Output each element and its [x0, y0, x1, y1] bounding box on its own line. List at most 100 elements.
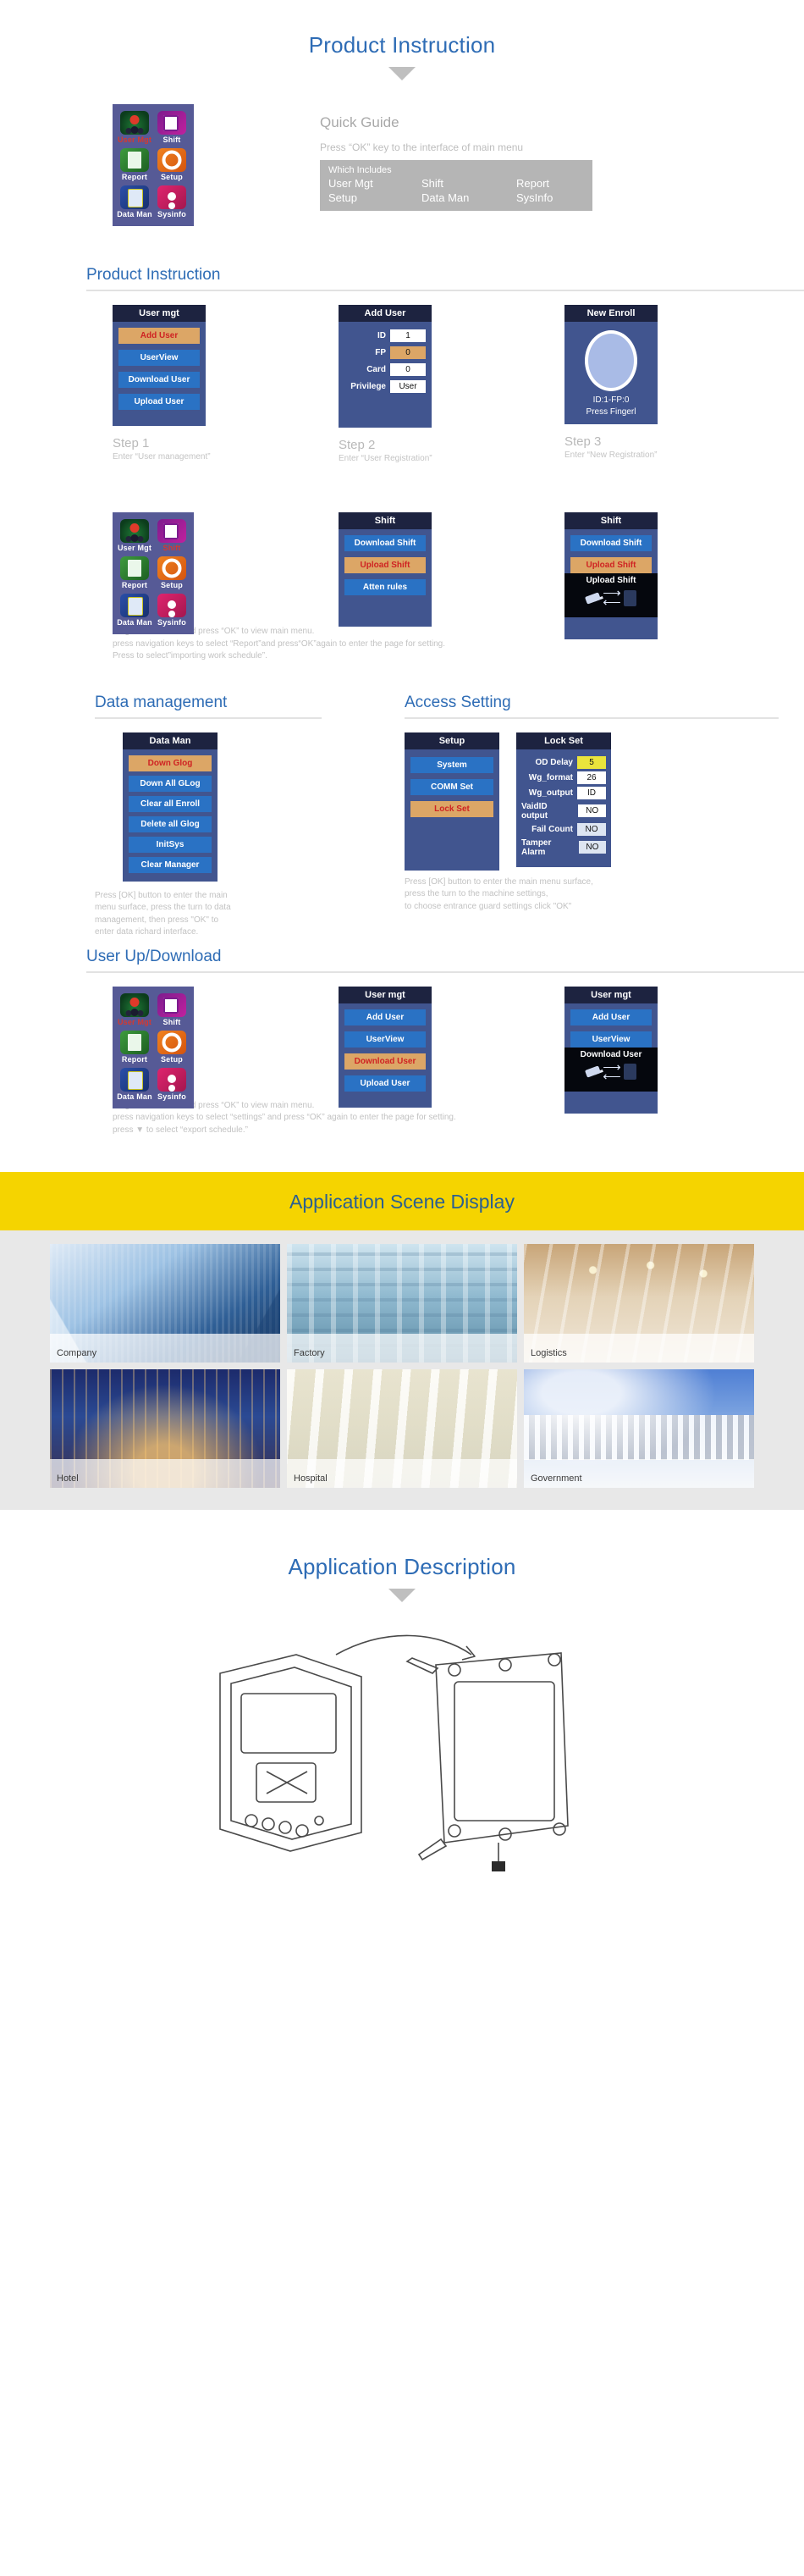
field-value[interactable]: User	[390, 380, 426, 393]
field-row-tamper-alarm[interactable]: Tamper Alarm NO	[521, 838, 606, 857]
device-main-menu-user[interactable]: User Mgt Shift Report Setup Data Man Sys…	[113, 986, 194, 1108]
device-menu-label: Setup	[160, 173, 183, 181]
screen-shift-transfer[interactable]: Shift Download Shift Upload Shift Upload…	[564, 512, 658, 639]
scene-card-factory[interactable]: Factory	[287, 1244, 517, 1363]
device-menu-label: User Mgt	[117, 1017, 152, 1026]
menu-item-download-user[interactable]: Download User	[344, 1053, 426, 1070]
menu-item-upload-user[interactable]: Upload User	[344, 1075, 426, 1092]
device-menu-item-shift[interactable]: Shift	[153, 517, 190, 553]
screen-user-mgt[interactable]: User mgt Add User UserView Download User…	[113, 305, 211, 462]
quick-guide-item: Data Man	[421, 191, 470, 204]
field-row-wg-output[interactable]: Wg_output ID	[521, 786, 606, 799]
screen-shift-menu[interactable]: Shift Download Shift Upload Shift Atten …	[339, 512, 432, 627]
field-row-privilege[interactable]: Privilege User	[344, 380, 426, 393]
field-value[interactable]: 5	[577, 755, 606, 769]
scene-card-hospital[interactable]: Hospital	[287, 1369, 517, 1488]
application-description-heading: Application Description	[288, 1554, 516, 1579]
user-download-row: User Mgt Shift Report Setup Data Man Sys…	[0, 986, 804, 1114]
data-management-note: Press [OK] button to enter the main menu…	[95, 890, 231, 937]
field-value[interactable]: ID	[577, 786, 606, 799]
report-icon	[120, 148, 149, 172]
menu-item-user-view[interactable]: UserView	[570, 1031, 652, 1048]
product-instruction-section: Product Instruction User mgt Add User Us…	[0, 266, 804, 663]
field-row-card[interactable]: Card 0	[344, 363, 426, 376]
menu-item-delete-all-glog[interactable]: Delete all Glog	[129, 815, 212, 832]
usb-drive-icon	[585, 1065, 602, 1078]
screen-title: Shift	[339, 512, 432, 529]
field-value[interactable]: NO	[577, 822, 606, 836]
menu-item-comm-set[interactable]: COMM Set	[410, 778, 493, 795]
menu-item-user-view[interactable]: UserView	[118, 350, 200, 366]
field-label: Tamper Alarm	[521, 837, 552, 857]
device-menu-item-setup[interactable]: Setup	[153, 146, 190, 182]
menu-item-system[interactable]: System	[410, 756, 493, 773]
shift-row: User Mgt Shift Report Setup Data Man Sys…	[0, 512, 804, 639]
menu-item-clear-all-enroll[interactable]: Clear all Enroll	[129, 795, 212, 812]
menu-item-add-user[interactable]: Add User	[118, 328, 200, 344]
device-menu-item-sysinfo[interactable]: Sysinfo	[153, 1066, 190, 1102]
menu-item-download-shift[interactable]: Download Shift	[344, 535, 426, 551]
screen-setup[interactable]: Setup System COMM Set Lock Set	[405, 732, 499, 871]
field-value[interactable]: NO	[578, 804, 606, 817]
menu-item-atten-rules[interactable]: Atten rules	[344, 579, 426, 595]
device-main-menu[interactable]: User Mgt Shift Report Setup Data Man Sys…	[113, 104, 194, 226]
field-row-id[interactable]: ID 1	[344, 329, 426, 342]
device-menu-label: Data Man	[117, 618, 152, 627]
scene-card-company[interactable]: Company	[50, 1244, 280, 1363]
transfer-caption: Upload Shift	[586, 576, 636, 585]
menu-item-upload-shift[interactable]: Upload Shift	[570, 557, 652, 573]
field-value[interactable]: 0	[390, 346, 426, 359]
device-menu-item-report[interactable]: Report	[116, 1029, 153, 1064]
menu-item-down-all-glog[interactable]: Down All GLog	[129, 775, 212, 792]
menu-item-download-shift[interactable]: Download Shift	[570, 535, 652, 551]
menu-item-add-user[interactable]: Add User	[570, 1009, 652, 1025]
device-menu-item-shift[interactable]: Shift	[153, 992, 190, 1027]
screen-new-enroll[interactable]: New Enroll ID:1-FP:0 Press Fingerl Step …	[564, 305, 658, 460]
menu-item-user-view[interactable]: UserView	[344, 1031, 426, 1048]
field-value[interactable]: 1	[390, 329, 426, 342]
device-menu-item-data-man[interactable]: Data Man	[116, 1066, 153, 1102]
scene-card-hotel[interactable]: Hotel	[50, 1369, 280, 1488]
menu-item-down-glog[interactable]: Down Glog	[129, 755, 212, 771]
screen-title: Add User	[339, 305, 432, 322]
device-menu-item-data-man[interactable]: Data Man	[116, 592, 153, 627]
field-value[interactable]: 26	[577, 771, 606, 784]
field-value[interactable]: NO	[578, 841, 606, 854]
device-menu-item-report[interactable]: Report	[116, 146, 153, 182]
device-menu-label: Sysinfo	[157, 618, 186, 627]
menu-item-upload-shift[interactable]: Upload Shift	[344, 557, 426, 573]
device-menu-item-user-mgt[interactable]: User Mgt	[116, 992, 153, 1027]
device-menu-item-sysinfo[interactable]: Sysinfo	[153, 592, 190, 627]
field-row-fail-count[interactable]: Fail Count NO	[521, 822, 606, 836]
menu-item-initsys[interactable]: InitSys	[129, 836, 212, 853]
screen-add-user[interactable]: Add User ID 1 FP 0 Card 0 Privilege User…	[339, 305, 432, 463]
device-menu-item-report[interactable]: Report	[116, 555, 153, 590]
scene-card-logistics[interactable]: Logistics	[524, 1244, 754, 1363]
device-menu-item-setup[interactable]: Setup	[153, 555, 190, 590]
screen-user-mgt-download[interactable]: User mgt Add User UserView Download User…	[339, 986, 432, 1108]
scene-card-government[interactable]: Government	[524, 1369, 754, 1488]
menu-item-lock-set[interactable]: Lock Set	[410, 800, 493, 817]
device-menu-item-sysinfo[interactable]: Sysinfo	[153, 184, 190, 219]
menu-item-add-user[interactable]: Add User	[344, 1009, 426, 1025]
device-menu-item-user-mgt[interactable]: User Mgt	[116, 109, 153, 145]
device-main-menu-shift[interactable]: User Mgt Shift Report Setup Data Man Sys…	[113, 512, 194, 634]
screen-user-mgt-transfer[interactable]: User mgt Add User UserView Download User…	[564, 986, 658, 1114]
usb-drive-icon	[585, 591, 602, 605]
field-row-fp[interactable]: FP 0	[344, 346, 426, 359]
transfer-arrows-icon: ⟶ ⟵	[603, 1059, 621, 1084]
screen-lock-set[interactable]: Lock Set OD Delay 5 Wg_format 26 Wg_outp…	[516, 732, 611, 867]
screen-data-man[interactable]: Data Man Down Glog Down All GLog Clear a…	[123, 732, 218, 882]
menu-item-clear-manager[interactable]: Clear Manager	[129, 856, 212, 873]
field-row-od-delay[interactable]: OD Delay 5	[521, 755, 606, 769]
enroll-id-line: ID:1-FP:0	[592, 395, 630, 405]
device-menu-item-user-mgt[interactable]: User Mgt	[116, 517, 153, 553]
device-menu-item-shift[interactable]: Shift	[153, 109, 190, 145]
field-row-vaidid-output[interactable]: VaidID output NO	[521, 802, 606, 821]
menu-item-download-user[interactable]: Download User	[118, 372, 200, 388]
device-menu-item-setup[interactable]: Setup	[153, 1029, 190, 1064]
field-row-wg-format[interactable]: Wg_format 26	[521, 771, 606, 784]
field-value[interactable]: 0	[390, 363, 426, 376]
menu-item-upload-user[interactable]: Upload User	[118, 394, 200, 410]
device-menu-item-data-man[interactable]: Data Man	[116, 184, 153, 219]
